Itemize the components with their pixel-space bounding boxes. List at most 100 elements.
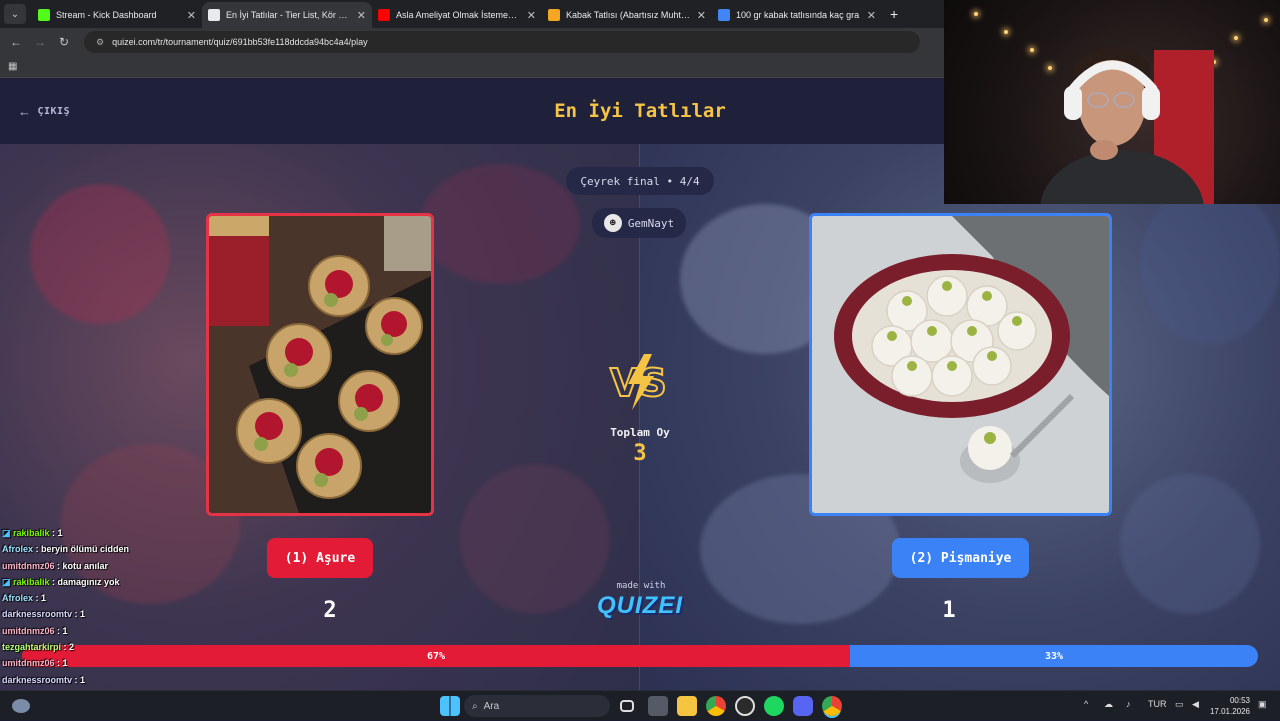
chat-message: ◪ rakibalik : damagınız yok bbox=[2, 574, 252, 590]
asure-image bbox=[209, 216, 431, 513]
clock-time: 00:53 bbox=[1229, 696, 1250, 705]
score-right: 1 bbox=[942, 598, 956, 623]
site-info-icon[interactable]: ⚙ bbox=[96, 37, 104, 48]
chat-text: 1 bbox=[80, 609, 86, 620]
chat-text: 1 bbox=[41, 593, 47, 604]
total-votes-value: 3 bbox=[633, 441, 647, 466]
chat-username[interactable]: Afrolex bbox=[2, 593, 33, 603]
mic-icon[interactable]: ♪ bbox=[1126, 699, 1131, 709]
vote-button-asure[interactable]: (1) Aşure bbox=[267, 538, 373, 578]
tab-close-icon[interactable]: ✕ bbox=[187, 9, 196, 22]
url-field[interactable]: ⚙ quizei.com/tr/tournament/quiz/691bb53f… bbox=[84, 31, 920, 53]
made-with-label: made with bbox=[616, 581, 666, 591]
tab-search-button[interactable]: ⌄ bbox=[4, 4, 26, 24]
chat-badge-icon: ◪ bbox=[2, 528, 14, 538]
language-indicator[interactable]: TUR bbox=[1148, 699, 1167, 709]
chat-separator: : bbox=[72, 674, 81, 685]
chat-text: beryin ölümü cidden bbox=[41, 544, 130, 555]
browser-tab[interactable]: Kabak Tatlısı (Abartısız Muhteşe ✕ bbox=[542, 2, 712, 28]
forward-icon[interactable]: → bbox=[28, 35, 52, 49]
taskbar-search[interactable]: ⌕ Ara bbox=[464, 695, 610, 717]
user-avatar-icon: ☻ bbox=[603, 214, 622, 232]
chat-username[interactable]: rakibalik bbox=[13, 528, 50, 538]
percent-left: 67% bbox=[427, 650, 446, 662]
chat-separator: : bbox=[54, 658, 63, 669]
taskbar-clock[interactable]: 00:53 17.01.2026 bbox=[1210, 695, 1250, 717]
windows-start-icon[interactable] bbox=[440, 696, 460, 716]
new-tab-button[interactable]: + bbox=[890, 6, 898, 22]
vote-button-pismaniye[interactable]: (2) Pişmaniye bbox=[892, 538, 1029, 578]
chrome-icon[interactable] bbox=[706, 696, 726, 716]
browser-tab[interactable]: Asla Ameliyat Olmak İstemeyen ✕ bbox=[372, 2, 542, 28]
volume-icon[interactable]: ◀ bbox=[1192, 699, 1199, 710]
chat-message: Afrolex : 1 bbox=[2, 590, 252, 606]
tab-close-icon[interactable]: ✕ bbox=[357, 9, 366, 22]
tab-close-icon[interactable]: ✕ bbox=[867, 9, 876, 22]
chat-separator: : bbox=[54, 560, 63, 571]
chat-message: darknessroomtv : 1 bbox=[2, 606, 252, 622]
store-icon[interactable] bbox=[648, 696, 668, 716]
tab-close-icon[interactable]: ✕ bbox=[697, 9, 706, 22]
spotify-icon[interactable] bbox=[764, 696, 784, 716]
chat-message: umitdnmz06 : 1 bbox=[2, 655, 252, 671]
user-badge: ☻ GemNayt bbox=[592, 208, 686, 238]
weather-icon[interactable] bbox=[12, 699, 30, 713]
vs-lightning-icon: VS bbox=[609, 354, 668, 410]
chat-text: 1 bbox=[80, 674, 86, 685]
chat-text: 2 bbox=[69, 642, 75, 653]
chat-message: umitdnmz06 : kotu anılar bbox=[2, 558, 252, 574]
chat-message: Afrolex : beryin ölümü cidden bbox=[2, 541, 252, 557]
tab-favicon-icon bbox=[208, 9, 220, 21]
chat-username[interactable]: umitdnmz06 bbox=[2, 561, 55, 571]
chat-username[interactable]: umitdnmz06 bbox=[2, 626, 55, 636]
quizei-logo[interactable]: QUIZEI bbox=[594, 592, 686, 620]
discord-icon[interactable] bbox=[793, 696, 813, 716]
browser-tab[interactable]: 100 gr kabak tatlısında kaç gra ✕ bbox=[712, 2, 882, 28]
chat-message: ◪ rakibalik : 1 bbox=[2, 525, 252, 541]
chat-text: 1 bbox=[57, 528, 63, 538]
chat-text: kotu anılar bbox=[62, 560, 109, 571]
percent-right: 33% bbox=[1045, 650, 1064, 662]
chat-separator: : bbox=[49, 528, 58, 538]
chat-username[interactable]: darknessroomtv bbox=[2, 609, 72, 619]
tab-close-icon[interactable]: ✕ bbox=[527, 9, 536, 22]
task-view-icon[interactable] bbox=[620, 700, 634, 712]
chat-username[interactable]: umitdnmz06 bbox=[2, 658, 55, 668]
url-text: quizei.com/tr/tournament/quiz/691bb53fe1… bbox=[112, 37, 368, 47]
browser-tab[interactable]: En İyi Tatlılar - Tier List, Kör Sıra ✕ bbox=[202, 2, 372, 28]
network-icon[interactable]: ☁ bbox=[1104, 699, 1113, 710]
chat-username[interactable]: darknessroomtv bbox=[2, 675, 72, 685]
chrome-profile-icon[interactable] bbox=[822, 696, 842, 716]
score-left: 2 bbox=[323, 598, 337, 623]
chat-username[interactable]: Afrolex bbox=[2, 544, 33, 554]
notification-icon[interactable]: ▣ bbox=[1258, 699, 1267, 710]
tab-title: En İyi Tatlılar - Tier List, Kör Sıra bbox=[226, 10, 351, 20]
chat-separator: : bbox=[61, 642, 70, 653]
chat-username[interactable]: tezgahtarkirpi bbox=[2, 642, 61, 652]
chat-separator: : bbox=[33, 544, 42, 555]
file-explorer-icon[interactable] bbox=[677, 696, 697, 716]
tab-favicon-icon bbox=[38, 9, 50, 21]
tab-favicon-icon bbox=[378, 9, 390, 21]
browser-tab[interactable]: Stream - Kick Dashboard ✕ bbox=[32, 2, 202, 28]
option-image-right[interactable] bbox=[809, 213, 1112, 516]
chat-username[interactable]: rakibalik bbox=[13, 577, 50, 587]
chat-message: umitdnmz06 : 1 bbox=[2, 623, 252, 639]
obs-icon[interactable] bbox=[735, 696, 755, 716]
chat-separator: : bbox=[49, 576, 58, 587]
chat-badge-icon: ◪ bbox=[2, 576, 14, 587]
reload-icon[interactable]: ↻ bbox=[52, 35, 76, 49]
tab-title: Stream - Kick Dashboard bbox=[56, 10, 157, 20]
chat-message: tezgahtarkirpi : 2 bbox=[2, 639, 252, 655]
chat-text: damagınız yok bbox=[57, 576, 120, 587]
chat-text: 1 bbox=[62, 625, 68, 636]
tray-chevron-icon[interactable]: ^ bbox=[1084, 699, 1088, 709]
back-icon[interactable]: ← bbox=[4, 35, 28, 49]
chat-separator: : bbox=[33, 593, 42, 604]
search-icon: ⌕ bbox=[472, 700, 478, 712]
display-icon[interactable]: ▭ bbox=[1175, 699, 1184, 710]
round-badge: Çeyrek final • 4/4 bbox=[566, 167, 714, 195]
apps-grid-icon[interactable]: ▦ bbox=[8, 61, 17, 72]
option-image-left[interactable] bbox=[206, 213, 434, 516]
pismaniye-image bbox=[812, 216, 1109, 513]
